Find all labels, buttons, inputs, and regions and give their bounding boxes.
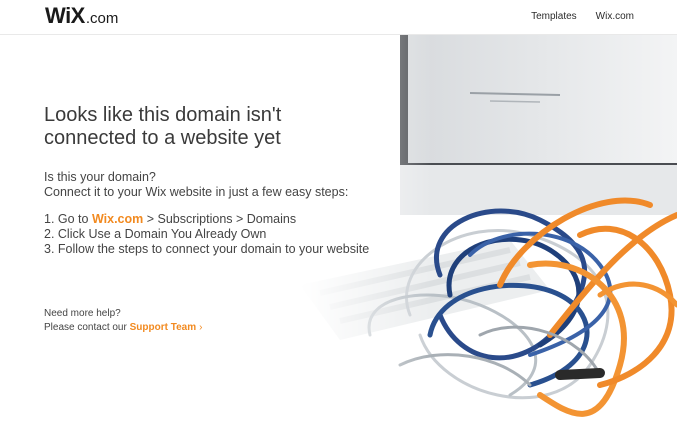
header-nav: Templates Wix.com	[531, 11, 634, 22]
intro-text: Is this your domain? Connect it to your …	[44, 170, 384, 200]
support-team-link[interactable]: Support Team	[130, 322, 196, 333]
wix-com-link[interactable]: Wix.com	[92, 212, 143, 226]
help-line-2: Please contact our Support Team ›	[44, 321, 384, 335]
step-1-prefix: 1. Go to	[44, 212, 92, 226]
help-line-1: Need more help?	[44, 308, 121, 319]
steps-list: 1. Go to Wix.com > Subscriptions > Domai…	[44, 212, 384, 257]
main-content: Looks like this domain isn't connected t…	[44, 104, 384, 335]
wix-logo[interactable]: WiX .com	[45, 3, 119, 28]
page-title: Looks like this domain isn't connected t…	[44, 104, 282, 149]
intro-line-1: Is this your domain?	[44, 170, 156, 184]
nav-templates-link[interactable]: Templates	[531, 11, 577, 22]
help-prefix: Please contact our	[44, 322, 130, 333]
intro-line-2: Connect it to your Wix website in just a…	[44, 185, 349, 199]
step-2: 2. Click Use a Domain You Already Own	[44, 227, 267, 241]
step-1: 1. Go to Wix.com > Subscriptions > Domai…	[44, 212, 384, 227]
nav-wix-link[interactable]: Wix.com	[596, 11, 634, 22]
step-3: 3. Follow the steps to connect your doma…	[44, 242, 370, 256]
logo-wordmark: WiX	[45, 3, 85, 28]
chevron-right-icon: ›	[199, 322, 203, 333]
step-1-suffix: > Subscriptions > Domains	[143, 212, 297, 226]
top-header: WiX .com Templates Wix.com	[0, 0, 677, 35]
help-section: Need more help? Please contact our Suppo…	[44, 307, 384, 335]
logo-suffix: .com	[85, 10, 119, 27]
